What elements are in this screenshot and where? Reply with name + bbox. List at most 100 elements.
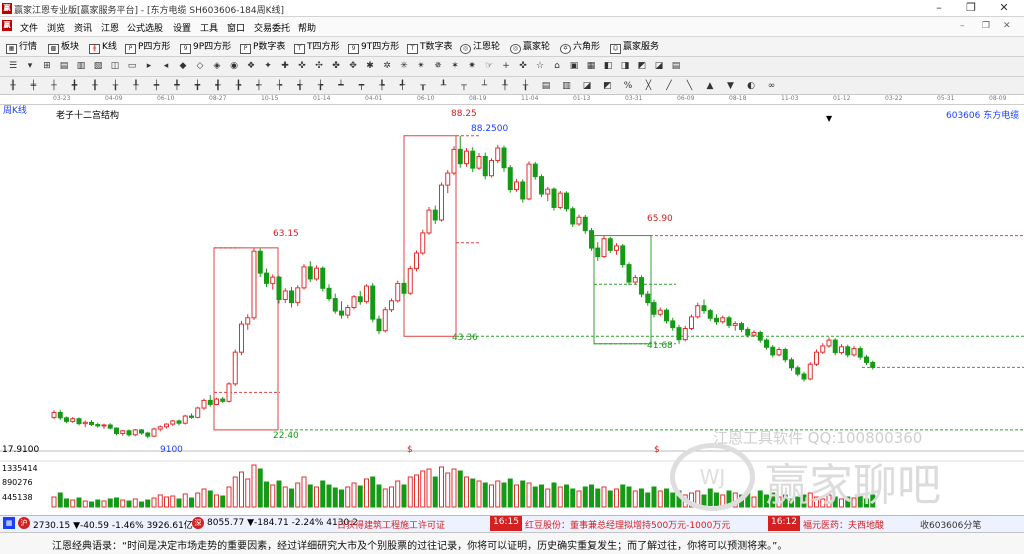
tool-button-icon[interactable]: ┷ bbox=[334, 80, 348, 93]
tool-button-icon[interactable]: ╲ bbox=[683, 80, 697, 93]
nav-kline[interactable]: ╫ K线 bbox=[89, 39, 117, 55]
tool-button-icon[interactable]: ▦ bbox=[584, 60, 598, 73]
tool-button-icon[interactable]: ∞ bbox=[765, 80, 779, 93]
tool-button-icon[interactable]: ┯ bbox=[355, 80, 369, 93]
tool-button-icon[interactable]: ▣ bbox=[567, 60, 581, 73]
tool-button-icon[interactable]: ◈ bbox=[210, 60, 224, 73]
menu-tools[interactable]: 工具 bbox=[200, 21, 218, 34]
tool-button-icon[interactable]: ◪ bbox=[580, 80, 594, 93]
tool-button-icon[interactable]: ╪ bbox=[27, 80, 41, 93]
menu-settings[interactable]: 设置 bbox=[173, 21, 191, 34]
menu-file[interactable]: 文件 bbox=[20, 21, 38, 34]
tool-button-icon[interactable]: ┰ bbox=[416, 80, 430, 93]
mdi-minimize-icon[interactable]: – bbox=[960, 21, 965, 31]
tool-button-icon[interactable]: ✷ bbox=[465, 60, 479, 73]
tool-button-icon[interactable]: ✦ bbox=[261, 60, 275, 73]
menu-news[interactable]: 资讯 bbox=[74, 21, 92, 34]
menu-gann[interactable]: 江恩 bbox=[101, 21, 119, 34]
tool-button-icon[interactable]: ╀ bbox=[498, 80, 512, 93]
tool-button-icon[interactable]: ▤ bbox=[669, 60, 683, 73]
menu-window[interactable]: 窗口 bbox=[227, 21, 245, 34]
tool-button-icon[interactable]: ✵ bbox=[431, 60, 445, 73]
news-item-2[interactable]: 红豆股份：董事兼总经理拟增持500万元-1000万元 bbox=[525, 518, 730, 531]
tool-button-icon[interactable]: ✤ bbox=[329, 60, 343, 73]
tool-button-icon[interactable]: ┴ bbox=[478, 80, 492, 93]
nav-t-table[interactable]: T T数字表 bbox=[407, 39, 453, 55]
tool-button-icon[interactable]: ╃ bbox=[396, 80, 410, 93]
nav-quotes[interactable]: ▦ 行情 bbox=[6, 39, 37, 55]
kline-chart[interactable]: 周K线 老子十二宫结构 ▼ 603606 东方电缆 63.15 88.25 88… bbox=[0, 105, 1024, 515]
tool-button-icon[interactable]: ◫ bbox=[108, 60, 122, 73]
nav-sectors[interactable]: ▩ 板块 bbox=[48, 39, 79, 55]
tool-button-icon[interactable]: ┾ bbox=[273, 80, 287, 93]
sh-index-quote[interactable]: 2730.15 ▼-40.59 -1.46% 3926.61亿 bbox=[33, 518, 193, 531]
tool-button-icon[interactable]: ⊞ bbox=[40, 60, 54, 73]
tool-button-icon[interactable]: ▥ bbox=[560, 80, 574, 93]
tool-button-icon[interactable]: ╀ bbox=[129, 80, 143, 93]
nav-hexagon[interactable]: ✡ 六角形 bbox=[560, 39, 600, 55]
tool-button-icon[interactable]: ▸ bbox=[142, 60, 156, 73]
tool-button-icon[interactable]: ╈ bbox=[191, 80, 205, 93]
tool-button-icon[interactable]: ╁ bbox=[519, 80, 533, 93]
tool-button-icon[interactable]: ▭ bbox=[125, 60, 139, 73]
nav-9p-square[interactable]: 9 9P四方形 bbox=[180, 39, 231, 55]
tool-button-icon[interactable]: ▲ bbox=[703, 80, 717, 93]
tool-button-icon[interactable]: ▤ bbox=[539, 80, 553, 93]
tool-button-icon[interactable]: + bbox=[499, 60, 513, 73]
tool-button-icon[interactable]: % bbox=[621, 80, 635, 93]
close-icon[interactable]: ✕ bbox=[990, 0, 1018, 16]
nav-gann-wheel[interactable]: ◎ 江恩轮 bbox=[460, 39, 500, 55]
tool-button-icon[interactable]: ╱ bbox=[662, 80, 676, 93]
tool-button-icon[interactable]: ✱ bbox=[363, 60, 377, 73]
nav-9t-square[interactable]: 9 9T四方形 bbox=[348, 39, 399, 55]
tool-button-icon[interactable]: ◩ bbox=[635, 60, 649, 73]
tool-button-icon[interactable]: ╳ bbox=[642, 80, 656, 93]
tool-button-icon[interactable]: ◆ bbox=[176, 60, 190, 73]
menu-trade[interactable]: 交易委托 bbox=[254, 21, 290, 34]
tool-button-icon[interactable]: ◇ bbox=[193, 60, 207, 73]
tool-button-icon[interactable]: ✲ bbox=[380, 60, 394, 73]
tool-button-icon[interactable]: ✣ bbox=[312, 60, 326, 73]
tool-button-icon[interactable]: ☆ bbox=[533, 60, 547, 73]
tool-button-icon[interactable]: ✜ bbox=[516, 60, 530, 73]
minimize-icon[interactable]: – bbox=[925, 0, 953, 16]
tool-button-icon[interactable]: ╇ bbox=[170, 80, 184, 93]
tool-button-icon[interactable]: ╊ bbox=[232, 80, 246, 93]
tool-button-icon[interactable]: ✚ bbox=[278, 60, 292, 73]
tool-button-icon[interactable]: ╉ bbox=[211, 80, 225, 93]
tool-button-icon[interactable]: ◨ bbox=[618, 60, 632, 73]
nav-p-table[interactable]: P P数字表 bbox=[240, 39, 285, 55]
dropdown-arrow-icon[interactable]: ▼ bbox=[826, 114, 832, 123]
menu-browse[interactable]: 浏览 bbox=[47, 21, 65, 34]
news-item-3[interactable]: 福元医药：夫西地酸 bbox=[803, 518, 884, 531]
tool-button-icon[interactable]: ✶ bbox=[448, 60, 462, 73]
tool-button-icon[interactable]: ╫ bbox=[6, 80, 20, 93]
tool-button-icon[interactable]: ✜ bbox=[295, 60, 309, 73]
tool-button-icon[interactable]: ┿ bbox=[150, 80, 164, 93]
tick-data-link[interactable]: 收603606分笔 bbox=[920, 518, 981, 531]
news-item-1[interactable]: 日获得建筑工程施工许可证 bbox=[337, 518, 445, 531]
restore-icon[interactable]: ❐ bbox=[957, 0, 985, 16]
tool-button-icon[interactable]: ╋ bbox=[68, 80, 82, 93]
menu-help[interactable]: 帮助 bbox=[298, 21, 316, 34]
tool-button-icon[interactable]: ╁ bbox=[109, 80, 123, 93]
tool-button-icon[interactable]: ◩ bbox=[601, 80, 615, 93]
tool-button-icon[interactable]: ▾ bbox=[23, 60, 37, 73]
tool-button-icon[interactable]: ✥ bbox=[346, 60, 360, 73]
tool-button-icon[interactable]: ▼ bbox=[724, 80, 738, 93]
tool-button-icon[interactable]: ◐ bbox=[744, 80, 758, 93]
nav-p-square[interactable]: P P四方形 bbox=[125, 39, 170, 55]
tool-button-icon[interactable]: ┼ bbox=[47, 80, 61, 93]
tool-button-icon[interactable]: ▧ bbox=[91, 60, 105, 73]
tool-button-icon[interactable]: ╅ bbox=[293, 80, 307, 93]
tool-button-icon[interactable]: ┸ bbox=[437, 80, 451, 93]
tool-button-icon[interactable]: ▥ bbox=[74, 60, 88, 73]
tool-button-icon[interactable]: ╂ bbox=[88, 80, 102, 93]
tool-button-icon[interactable]: ▤ bbox=[57, 60, 71, 73]
nav-winner-wheel[interactable]: ◎ 赢家轮 bbox=[510, 39, 550, 55]
tool-button-icon[interactable]: ◪ bbox=[652, 60, 666, 73]
tool-button-icon[interactable]: ◂ bbox=[159, 60, 173, 73]
tool-button-icon[interactable]: ❖ bbox=[244, 60, 258, 73]
tool-button-icon[interactable]: ☰ bbox=[6, 60, 20, 73]
mdi-restore-icon[interactable]: ❐ bbox=[982, 21, 990, 31]
